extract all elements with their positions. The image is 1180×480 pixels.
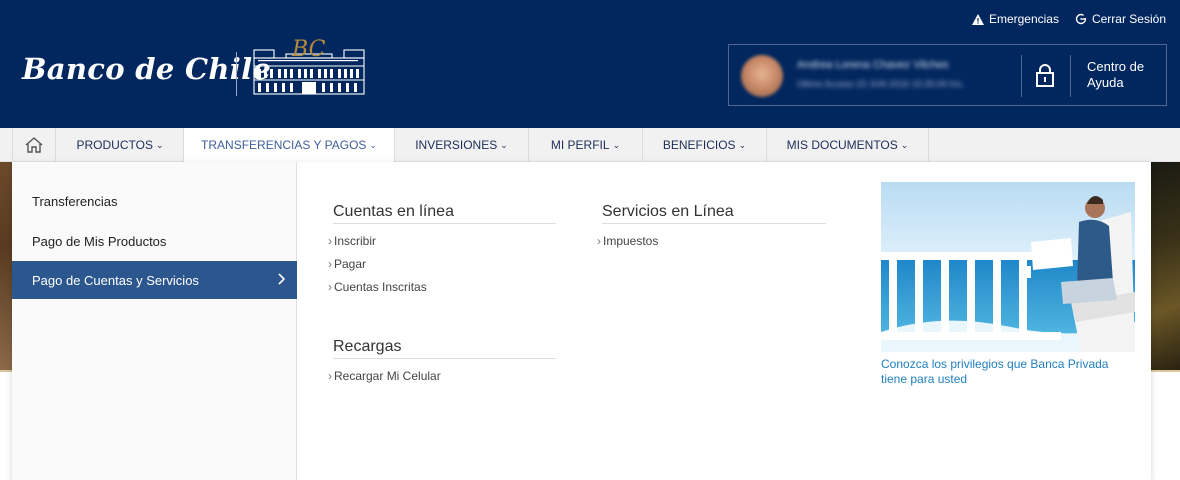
warning-icon <box>971 13 984 25</box>
submenu-item-pago-cuentas[interactable]: Pago de Cuentas y Servicios <box>12 261 297 299</box>
nav-label: INVERSIONES <box>415 138 498 152</box>
chevron-down-icon: ⌄ <box>500 139 508 150</box>
logo-divider <box>236 52 237 96</box>
mega-menu-dropdown: Transferencias Pago de Mis Productos Pag… <box>12 162 1151 480</box>
nav-label: MIS DOCUMENTOS <box>786 138 898 152</box>
link-label: Pagar <box>334 257 367 271</box>
section-title-servicios: Servicios en Línea <box>602 203 826 224</box>
chevron-right-icon: › <box>328 280 332 294</box>
last-access-text: Último Acceso 23 JUN 2016 15:25:09 hrs. <box>797 79 965 89</box>
section-title-cuentas: Cuentas en línea <box>333 203 556 224</box>
avatar[interactable] <box>741 55 783 97</box>
link-label: Inscribir <box>334 234 377 248</box>
top-links: Emergencias Cerrar Sesión <box>971 12 1166 26</box>
nav-label: PRODUCTOS <box>76 138 153 152</box>
chevron-right-icon: › <box>328 234 332 248</box>
link-impuestos[interactable]: › Impuestos <box>597 234 658 248</box>
link-label: Cuentas Inscritas <box>334 280 427 294</box>
emergencias-link[interactable]: Emergencias <box>971 12 1059 26</box>
chevron-down-icon: ⌄ <box>738 139 747 150</box>
link-label: Recargar Mi Celular <box>334 369 441 383</box>
chevron-right-icon <box>278 273 286 285</box>
section-title-recargas: Recargas <box>333 338 556 359</box>
nav-productos[interactable]: PRODUCTOS ⌄ <box>57 128 184 162</box>
divider <box>1021 55 1022 97</box>
link-inscribir[interactable]: › Inscribir <box>328 234 376 248</box>
home-icon <box>25 137 43 153</box>
help-center-link[interactable]: Centro de Ayuda <box>1087 59 1157 91</box>
svg-text:BC: BC <box>291 37 326 62</box>
logout-label: Cerrar Sesión <box>1091 12 1166 26</box>
nav-label: BENEFICIOS <box>662 138 736 152</box>
logout-link[interactable]: Cerrar Sesión <box>1075 12 1166 26</box>
nav-mis-documentos[interactable]: MIS DOCUMENTOS ⌄ <box>767 128 929 162</box>
submenu-label: Pago de Mis Productos <box>32 233 167 249</box>
page-background <box>0 372 12 480</box>
main-nav: PRODUCTOS ⌄ TRANSFERENCIAS Y PAGOS ⌄ INVER… <box>0 128 1180 162</box>
nav-label: MI PERFIL <box>550 138 610 152</box>
link-label: Impuestos <box>603 234 659 248</box>
chevron-right-icon: › <box>328 369 332 383</box>
submenu-item-transferencias[interactable]: Transferencias <box>12 182 297 220</box>
submenu-label: Transferencias <box>32 193 118 209</box>
submenu-label: Pago de Cuentas y Servicios <box>32 272 199 288</box>
chevron-down-icon: ⌄ <box>900 139 909 150</box>
building-emblem-icon: BC <box>253 37 365 95</box>
hero-background-right <box>1151 162 1180 370</box>
link-cuentas-inscritas[interactable]: › Cuentas Inscritas <box>328 280 427 294</box>
chevron-right-icon: › <box>328 257 332 271</box>
link-recargar-celular[interactable]: › Recargar Mi Celular <box>328 369 441 383</box>
emergencias-label: Emergencias <box>988 12 1059 26</box>
user-name: Andrea Lorena Chavez Vilches <box>797 59 949 71</box>
user-info-box: Andrea Lorena Chavez Vilches Último Acce… <box>728 44 1167 106</box>
site-header: Emergencias Cerrar Sesión Banco de Chile <box>0 0 1180 128</box>
chevron-down-icon: ⌄ <box>612 139 621 150</box>
chevron-right-icon: › <box>597 234 601 248</box>
submenu-item-pago-productos[interactable]: Pago de Mis Productos <box>12 222 297 260</box>
logout-icon <box>1075 13 1087 25</box>
home-button[interactable] <box>12 128 56 162</box>
promo-image[interactable] <box>881 182 1135 352</box>
nav-beneficios[interactable]: BENEFICIOS ⌄ <box>643 128 767 162</box>
submenu-list: Transferencias Pago de Mis Productos Pag… <box>12 162 297 480</box>
nav-inversiones[interactable]: INVERSIONES ⌄ <box>395 128 529 162</box>
hero-background-left <box>0 162 12 370</box>
nav-transferencias-pagos[interactable]: TRANSFERENCIAS Y PAGOS ⌄ <box>184 128 395 162</box>
lock-icon[interactable] <box>1035 63 1055 87</box>
bank-logo-text[interactable]: Banco de Chile <box>22 52 271 86</box>
chevron-down-icon: ⌄ <box>155 139 164 150</box>
promo-link[interactable]: Conozca los privilegios que Banca Privad… <box>881 357 1121 387</box>
nav-label: TRANSFERENCIAS Y PAGOS <box>201 138 367 152</box>
nav-mi-perfil[interactable]: MI PERFIL ⌄ <box>529 128 643 162</box>
divider <box>1070 55 1071 97</box>
link-pagar[interactable]: › Pagar <box>328 257 366 271</box>
chevron-down-icon: ⌄ <box>369 139 377 150</box>
